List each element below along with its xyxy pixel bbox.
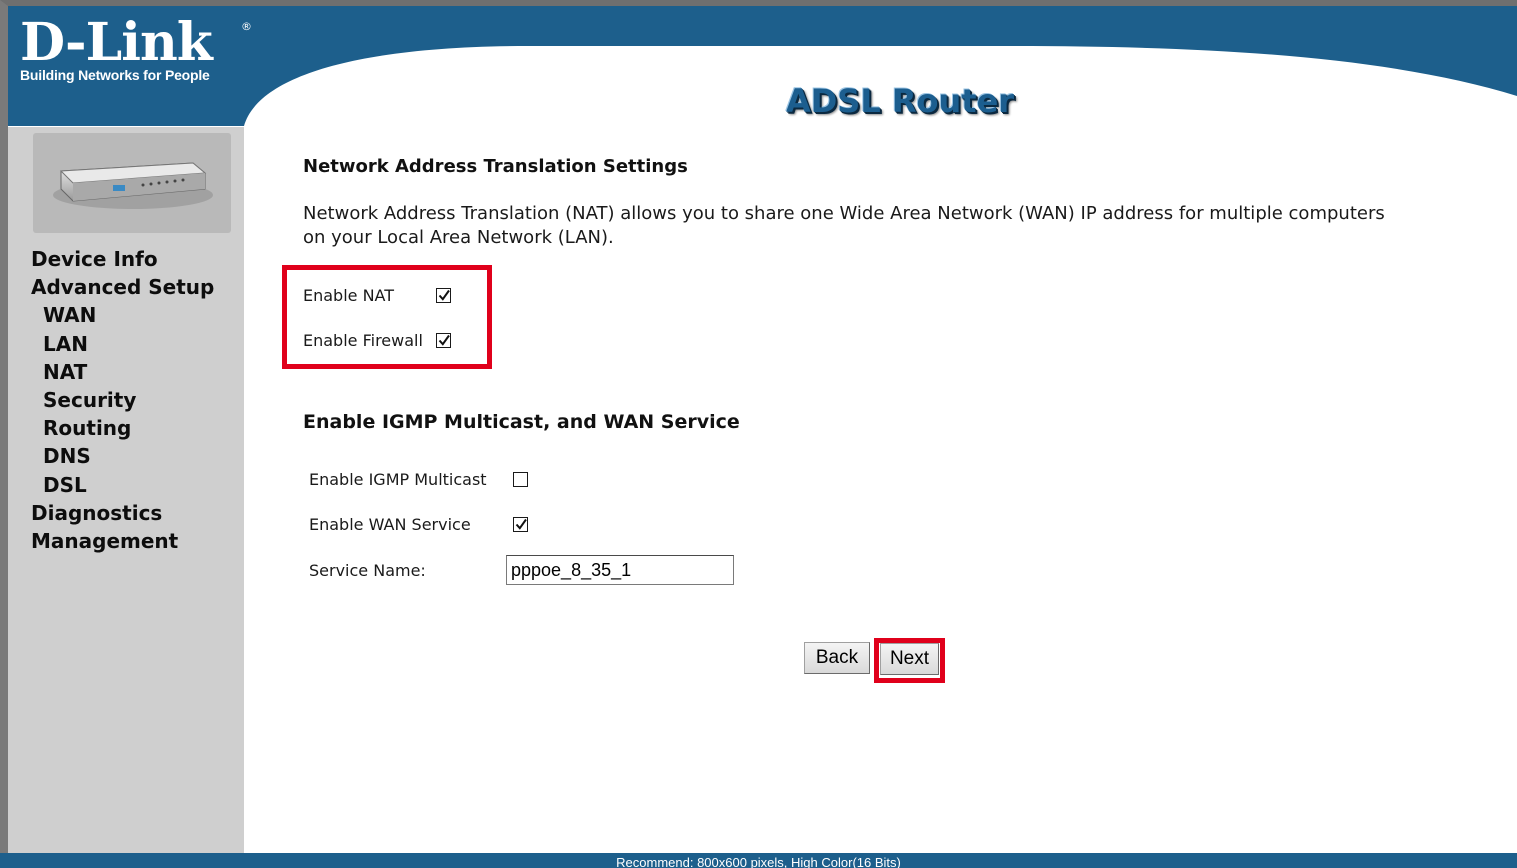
sidebar-nav: Device Info Advanced Setup WAN LAN NAT S…: [31, 245, 214, 555]
product-title: ADSL Router: [785, 82, 1015, 120]
sidebar-item-dsl[interactable]: DSL: [31, 471, 214, 499]
sidebar: Device Info Advanced Setup WAN LAN NAT S…: [8, 127, 244, 853]
service-name-input[interactable]: [506, 555, 734, 585]
wan-service-checkbox[interactable]: [513, 517, 528, 532]
next-button[interactable]: Next: [880, 643, 939, 675]
back-button[interactable]: Back: [804, 642, 870, 674]
sidebar-item-routing[interactable]: Routing: [31, 414, 214, 442]
enable-nat-checkbox[interactable]: [436, 288, 451, 303]
sidebar-item-diagnostics[interactable]: Diagnostics: [31, 499, 214, 527]
sidebar-item-lan[interactable]: LAN: [31, 330, 214, 358]
enable-firewall-label: Enable Firewall: [303, 331, 423, 350]
nat-description: Network Address Translation (NAT) allows…: [303, 203, 1385, 248]
sidebar-item-device-info[interactable]: Device Info: [31, 245, 214, 273]
igmp-multicast-label: Enable IGMP Multicast: [309, 470, 487, 489]
dlink-logo: D-Link ® Building Networks for People: [20, 12, 252, 84]
highlight-box-nat: [282, 265, 492, 369]
sidebar-item-nat[interactable]: NAT: [31, 358, 214, 386]
logo-text: D-Link: [20, 12, 213, 73]
enable-nat-label: Enable NAT: [303, 286, 395, 305]
service-name-label: Service Name:: [309, 561, 426, 580]
checkmark-icon: [438, 289, 450, 301]
sidebar-item-advanced-setup[interactable]: Advanced Setup: [31, 273, 214, 301]
sidebar-item-dns[interactable]: DNS: [31, 442, 214, 470]
igmp-multicast-checkbox[interactable]: [513, 472, 528, 487]
sidebar-item-wan[interactable]: WAN: [31, 301, 214, 329]
checkmark-icon: [515, 518, 527, 530]
wan-service-label: Enable WAN Service: [309, 515, 471, 534]
igmp-section-title: Enable IGMP Multicast, and WAN Service: [303, 411, 740, 433]
nat-settings-title: Network Address Translation Settings: [303, 156, 688, 177]
footer-bar: Recommend: 800x600 pixels, High Color(16…: [0, 853, 1517, 868]
enable-firewall-checkbox[interactable]: [436, 333, 451, 348]
router-image: [33, 133, 231, 233]
registered-mark: ®: [241, 20, 252, 33]
router-icon: [53, 162, 213, 209]
sidebar-item-management[interactable]: Management: [31, 527, 214, 555]
checkmark-icon: [438, 334, 450, 346]
logo-tagline: Building Networks for People: [20, 67, 210, 83]
sidebar-item-security[interactable]: Security: [31, 386, 214, 414]
